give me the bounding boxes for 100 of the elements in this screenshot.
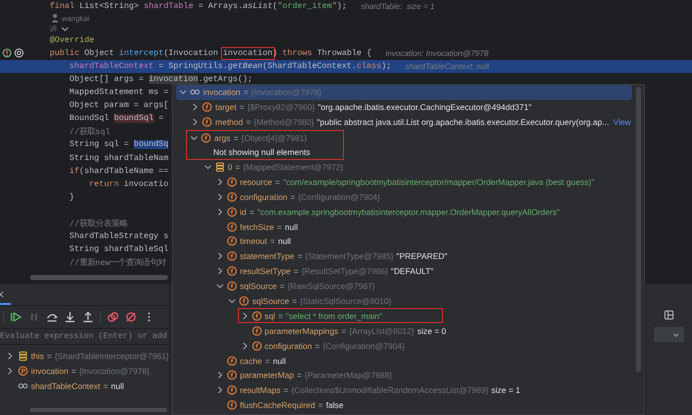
chevron-down-icon[interactable] <box>202 162 213 172</box>
field-icon <box>226 370 237 380</box>
tree-row[interactable]: timeout = null <box>173 234 632 249</box>
code-token: ShardTableStrategy s <box>69 232 168 242</box>
code-token: invocation <box>148 75 198 84</box>
variable-row[interactable]: shardTableContext = null <box>0 378 169 394</box>
code-token: getBean <box>228 62 262 71</box>
breakpoints-icon[interactable] <box>107 311 119 323</box>
variable-name: cache <box>240 356 262 366</box>
field-icon <box>252 326 262 336</box>
code-token: asList <box>242 2 273 12</box>
equals-sign: = <box>235 162 240 172</box>
tree-row[interactable]: cache = null <box>173 353 632 368</box>
variable-type: {Object[4]@7981} <box>241 133 307 144</box>
code-token: intercept <box>119 48 164 58</box>
tree-row[interactable]: parameterMap = {ParameterMap@7988} <box>173 368 632 383</box>
horizontal-scrollbar[interactable] <box>30 275 168 280</box>
chevron-right-icon[interactable] <box>5 366 15 376</box>
tree-row[interactable]: sqlSource = {StaticSqlSource@8010} <box>173 294 632 308</box>
field-icon <box>226 266 237 276</box>
equals-sign: = <box>278 310 283 321</box>
step-into-icon[interactable] <box>64 311 76 323</box>
variable-name: sql <box>264 310 276 321</box>
equals-sign: = <box>292 296 297 306</box>
vertical-scrollbar[interactable] <box>636 87 641 372</box>
variable-row[interactable]: invocation = {Invocation@7978} <box>0 364 169 379</box>
equals-sign: = <box>341 326 346 336</box>
annotation-gutter-icon[interactable] <box>14 48 24 58</box>
tree-row[interactable]: flushCacheRequired = false <box>173 398 632 413</box>
tree-row[interactable]: resource = "com/example/springbootmybatisinterceptor/mapper/OrderMapper.java (best guess)" <box>173 174 632 190</box>
code-token: (ShardTableContext. <box>262 62 357 71</box>
expression-field[interactable]: Evaluate expression (Enter) or add <box>0 328 169 345</box>
step-out-icon[interactable] <box>82 311 94 323</box>
code-comment: //获取分表策略 <box>69 218 128 230</box>
variable-value: size = 1 <box>491 385 520 396</box>
variable-row[interactable]: this = {ShardTableInterceptor@7961} <box>0 349 169 364</box>
mute-icon[interactable] <box>125 311 137 323</box>
field-icon <box>226 206 237 217</box>
close-icon[interactable] <box>0 291 5 298</box>
code-token: } <box>69 192 74 202</box>
variable-name: configuration <box>264 340 312 351</box>
equals-sign: = <box>283 385 288 396</box>
code-token: if <box>69 166 80 176</box>
tree-row[interactable]: statementType = {StatementType@7985} "PREPARED" <box>173 248 632 264</box>
tree-row[interactable]: method = {Method@7980} "public abstract java.util.List org.apache.ibatis.executor.Executor.query(org.ap... View <box>173 114 632 130</box>
watch-icon <box>190 87 200 98</box>
view-link[interactable]: View <box>613 117 631 128</box>
tree-row[interactable]: sqlSource = {RawSqlSource@7987} <box>173 278 632 294</box>
tree-row[interactable]: 0 = {MappedStatement@7972} <box>173 160 632 174</box>
chevron-right-icon[interactable] <box>5 351 15 362</box>
variable-value: "public abstract java.util.List org.apache.ibatis.executor.Executor.query(org.ap... <box>316 117 610 128</box>
tree-row[interactable]: resultMaps = {Collections$UnmodifiableRandomAccessList@7989} size = 1 <box>173 382 632 398</box>
resume-icon[interactable] <box>10 311 22 323</box>
horizontal-scrollbar[interactable] <box>30 408 167 412</box>
field-icon <box>226 385 237 396</box>
tree-row[interactable]: target = {$Proxy82@7960} "org.apache.ibatis.executor.CachingExecutor@494dd371" <box>173 100 632 115</box>
code-token: List<String> <box>79 2 140 12</box>
variable-type: {Invocation@7978} <box>79 366 150 376</box>
implements-gutter-icon[interactable] <box>2 48 12 58</box>
stack-icon <box>18 351 28 362</box>
variable-value: "select * from order_main" <box>286 310 382 321</box>
variable-type: {MappedStatement@7972} <box>243 162 344 172</box>
step-over-icon[interactable] <box>46 311 58 323</box>
inlay-hint: shardTable: size = 1 <box>360 2 435 12</box>
tree-note: Not showing null elements <box>213 147 310 158</box>
code-token: ( <box>272 2 278 12</box>
variable-name: timeout <box>240 236 268 246</box>
variable-type: {Method@7980} <box>254 117 314 128</box>
variable-name: args <box>214 133 230 144</box>
layout-icon[interactable] <box>664 310 674 320</box>
code-token: String shardTableNam <box>69 154 168 163</box>
code-token: Object <box>84 48 116 58</box>
tree-row[interactable]: configuration = {Configuration@7904} <box>173 189 632 204</box>
variable-name: fetchSize <box>240 222 274 232</box>
variable-name: sqlSource <box>240 281 277 292</box>
variable-type: {ResultSetType@7986} <box>301 266 388 276</box>
variable-name: id <box>240 206 246 217</box>
field-icon <box>226 236 237 246</box>
variable-name: flushCacheRequired <box>240 400 316 410</box>
code-token: Object param = args[ <box>69 101 168 110</box>
variable-value: "com/example/springbootmybatisinterceptor/mapper/OrderMapper.java (best guess)" <box>283 176 594 187</box>
tree-row[interactable]: parameterMappings = {ArrayList@8012} size = 0 <box>173 323 632 338</box>
code-token: "order_item" <box>277 2 337 12</box>
variable-type: {ArrayList@8012} <box>349 326 414 336</box>
field-icon <box>226 251 237 262</box>
tree-row[interactable]: fetchSize = null <box>173 219 632 234</box>
tree-row[interactable]: invocation = {Invocation@7978} <box>176 85 632 100</box>
variable-value: null <box>278 236 291 246</box>
code-token: shardTableContext <box>69 62 154 71</box>
tree-row[interactable]: id = "com.example.springbootmybatisinterceptor.mapper.OrderMapper.queryAllOrders" <box>173 204 632 220</box>
tree-row[interactable]: resultSetType = {ResultSetType@7986} "DEFAULT" <box>173 264 632 279</box>
code-token: boundSq <box>134 140 168 150</box>
code-token: .getArgs(); <box>198 75 253 84</box>
variable-name: invocation <box>203 87 240 98</box>
variable-value: "DEFAULT" <box>390 266 434 276</box>
code-token: ); <box>381 62 392 71</box>
code-token: Object[] args = <box>69 75 145 84</box>
tree-row[interactable]: configuration = {Configuration@7904} <box>173 338 632 354</box>
inlay-hint: shardTableContext: null <box>405 62 489 71</box>
tree-row[interactable]: args = {Object[4]@7981} <box>186 130 332 146</box>
